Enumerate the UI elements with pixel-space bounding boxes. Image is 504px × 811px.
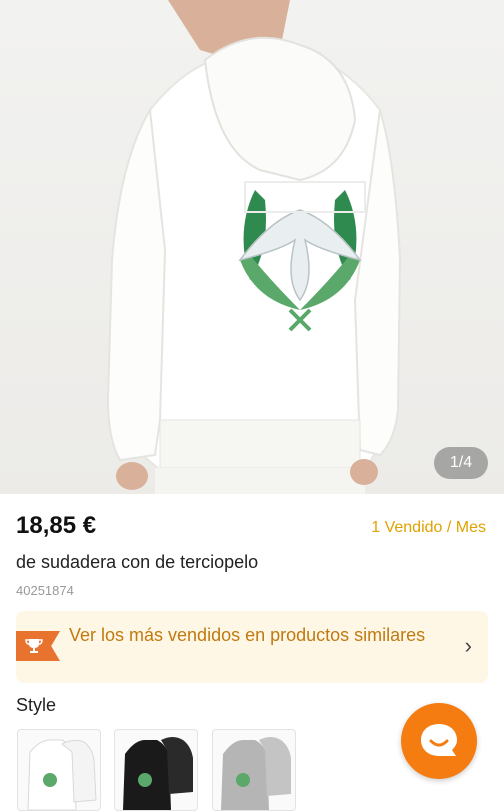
product-price: 18,85 € xyxy=(16,512,97,539)
sold-count: 1 Vendido / Mes xyxy=(371,519,486,536)
product-title: de sudadera con de terciopelo xyxy=(16,552,259,572)
hoodie-illustration xyxy=(106,0,402,494)
chevron-right-icon: › xyxy=(464,633,472,658)
image-counter: 1/4 xyxy=(434,447,488,479)
product-image[interactable]: 1/4 xyxy=(0,0,504,494)
style-label: Style xyxy=(16,695,57,715)
hoodie-thumbnail-black xyxy=(123,737,193,810)
chat-icon xyxy=(421,724,457,756)
style-option-gray[interactable] xyxy=(212,729,296,811)
hoodie-thumbnail-white xyxy=(27,739,97,810)
style-option-black[interactable] xyxy=(114,729,198,811)
trophy-icon xyxy=(25,639,43,653)
hoodie-thumbnail-gray xyxy=(221,737,291,810)
best-sellers-banner[interactable]: Ver los más vendidos en productos simila… xyxy=(16,611,488,683)
style-option-white[interactable] xyxy=(17,729,101,811)
trophy-badge xyxy=(16,631,60,661)
best-sellers-text: Ver los más vendidos en productos simila… xyxy=(69,625,426,645)
product-sku: 40251874 xyxy=(16,583,74,598)
chat-button[interactable] xyxy=(401,703,477,779)
